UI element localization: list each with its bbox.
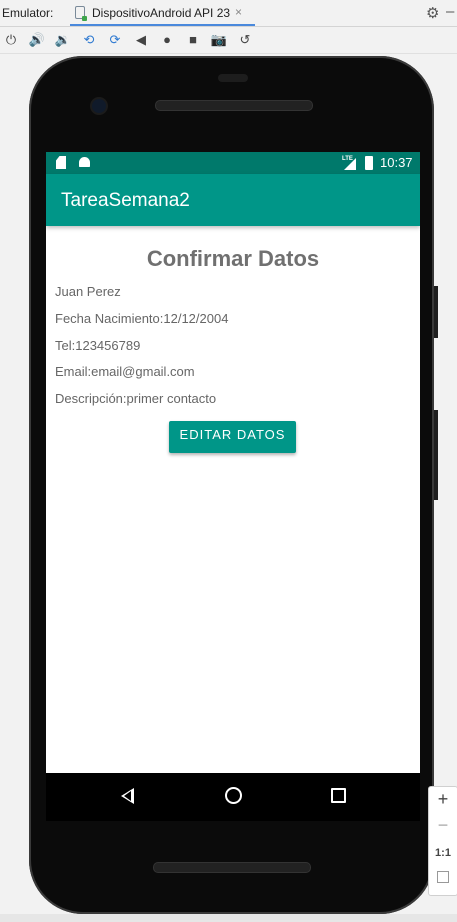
device-screen: LTE 10:37 TareaSemana2 Confirmar Datos J… [46, 152, 420, 773]
volume-down-icon[interactable]: 🔉 [54, 30, 72, 50]
zoom-in-button[interactable]: + [429, 789, 457, 810]
power-side-button[interactable] [434, 286, 438, 338]
earpiece [218, 74, 248, 82]
device-tab[interactable]: DispositivoAndroid API 23 × [70, 0, 255, 26]
back-icon[interactable]: ◀ [132, 30, 150, 50]
zoom-controls: + − 1:1 [428, 786, 457, 896]
zoom-out-button[interactable]: − [429, 815, 457, 836]
rotate-right-icon[interactable]: ⟳ [106, 30, 124, 50]
camera-icon[interactable]: 📷 [210, 30, 228, 50]
navigation-bar [46, 773, 420, 821]
status-time: 10:37 [380, 155, 413, 170]
status-bar: LTE 10:37 [46, 152, 420, 174]
home-icon[interactable]: ● [158, 30, 176, 50]
snapshot-icon[interactable]: ↺ [236, 30, 254, 50]
actual-size-button[interactable]: 1:1 [429, 847, 457, 859]
gear-icon[interactable]: ⚙ [426, 4, 439, 22]
overview-icon[interactable]: ■ [184, 30, 202, 50]
description-text: Descripción:primer contacto [55, 391, 217, 406]
device-tab-title: DispositivoAndroid API 23 [92, 6, 231, 20]
emulator-label: Emulator: [2, 6, 54, 20]
android-icon [79, 157, 90, 167]
power-icon[interactable]: ⏻ [2, 30, 20, 50]
app-bar: TareaSemana2 [46, 174, 420, 226]
device-icon [75, 6, 87, 21]
emulator-tab-bar: Emulator: DispositivoAndroid API 23 × ⚙ … [0, 0, 457, 27]
minimize-icon[interactable]: – [446, 3, 456, 20]
top-speaker [155, 100, 313, 111]
nav-recents-icon[interactable] [331, 788, 346, 803]
app-title: TareaSemana2 [61, 190, 190, 211]
bottom-speaker [153, 862, 311, 873]
birth-date-text: Fecha Nacimiento:12/12/2004 [55, 311, 229, 326]
page-title: Confirmar Datos [146, 246, 320, 271]
lte-label: LTE [342, 156, 353, 162]
battery-icon [365, 156, 373, 170]
name-text: Juan Perez [55, 284, 121, 299]
edit-data-button[interactable]: EDITAR DATOS [169, 421, 296, 453]
phone-text: Tel:123456789 [55, 338, 141, 353]
sd-card-icon [56, 156, 66, 169]
nav-home-icon[interactable] [225, 787, 242, 804]
volume-side-button[interactable] [434, 410, 438, 500]
email-text: Email:email@gmail.com [55, 364, 195, 379]
bottom-strip [0, 914, 457, 922]
rotate-left-icon[interactable]: ⟲ [80, 30, 98, 50]
volume-up-icon[interactable]: 🔊 [28, 30, 46, 50]
emulator-toolbar: ⏻ 🔊 🔉 ⟲ ⟳ ◀ ● ■ 📷 ↺ [0, 27, 457, 54]
fit-screen-icon[interactable] [437, 871, 449, 883]
nav-back-icon[interactable] [121, 788, 134, 804]
close-icon[interactable]: × [235, 5, 242, 19]
front-camera-icon [92, 99, 106, 113]
